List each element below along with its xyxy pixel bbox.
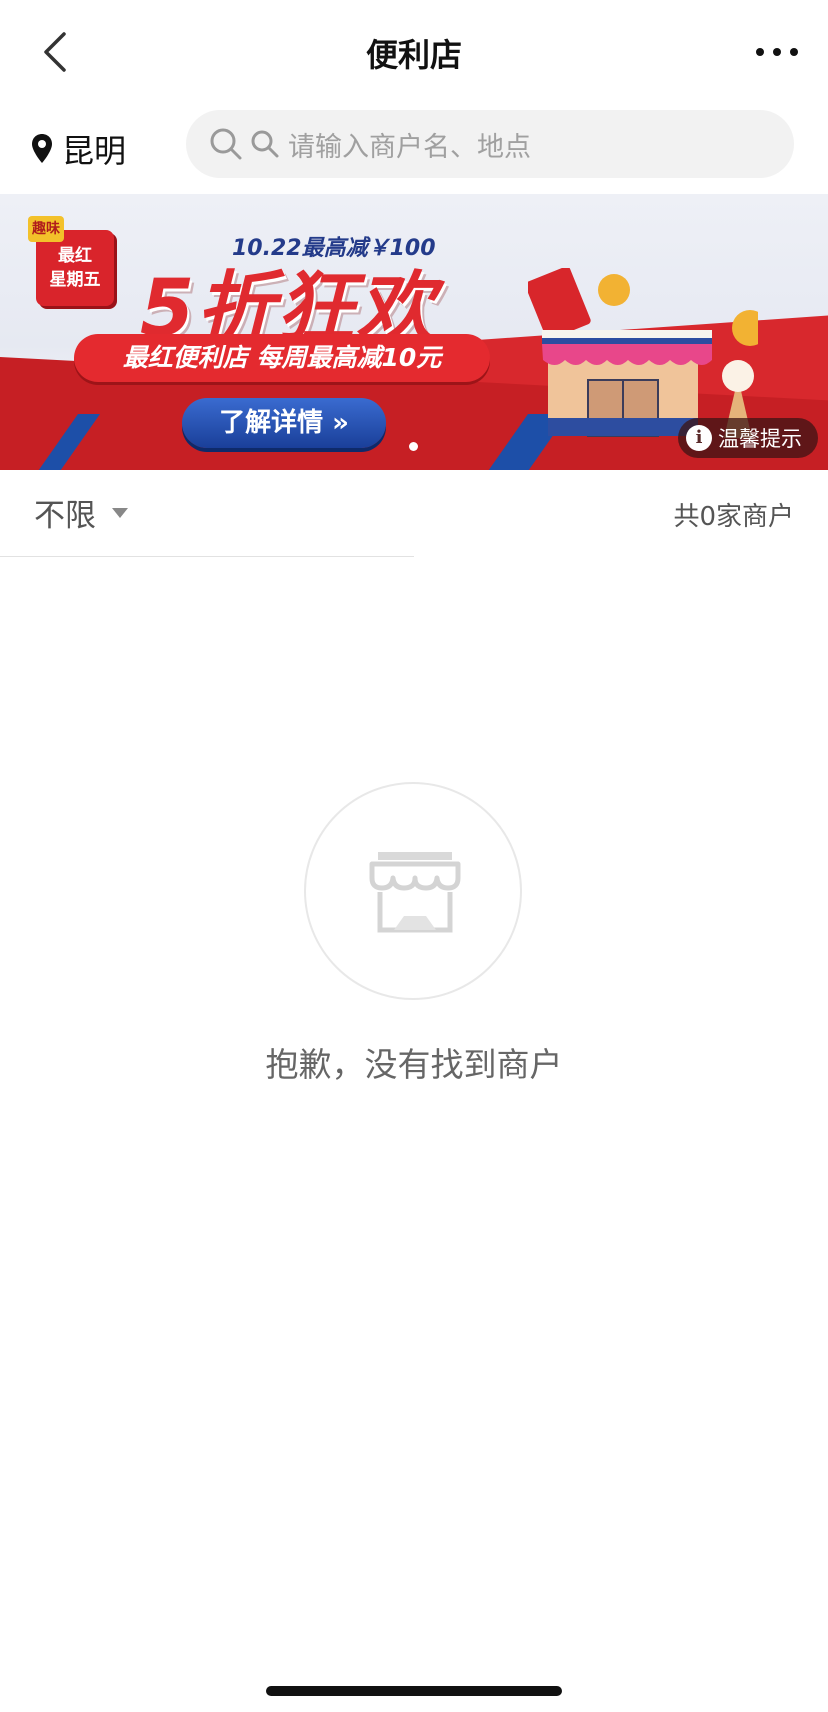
- city-name: 昆明: [62, 132, 127, 170]
- badge-tag: 趣味: [28, 216, 64, 242]
- home-indicator[interactable]: [266, 1686, 562, 1696]
- caret-down-icon: [112, 508, 128, 518]
- storefront-icon: [369, 852, 461, 933]
- dot-icon: [756, 48, 764, 56]
- nav-bar: 便利店: [0, 0, 828, 104]
- banner-ribbon: 最红便利店 每周最高减10元: [74, 334, 490, 382]
- more-options-button[interactable]: [752, 36, 802, 66]
- city-selector[interactable]: 昆明: [30, 122, 126, 176]
- location-search-row: 昆明 请输入商户名、地点: [0, 110, 828, 190]
- empty-state-illustration: [304, 782, 522, 1000]
- carousel-indicator-dot[interactable]: [409, 442, 418, 451]
- filter-dropdown[interactable]: 不限: [34, 490, 128, 534]
- back-button[interactable]: [36, 28, 80, 76]
- search-icon: [251, 130, 279, 158]
- search-icon: [210, 128, 242, 160]
- search-input[interactable]: 请输入商户名、地点: [186, 110, 794, 178]
- location-pin-icon: [32, 134, 52, 163]
- filter-label: 不限: [34, 497, 96, 534]
- dot-icon: [790, 48, 798, 56]
- dot-icon: [773, 48, 781, 56]
- promo-banner[interactable]: 最红 星期五 趣味 10.22最高减￥100 5折狂欢 最红便利店 每周最高减1…: [0, 194, 828, 470]
- empty-message: 抱歉，没有找到商户: [265, 1045, 563, 1084]
- notice-button[interactable]: i 温馨提示: [678, 418, 818, 458]
- info-icon: i: [686, 425, 712, 451]
- filter-bar: 不限 共0家商户: [0, 470, 828, 556]
- merchant-count: 共0家商户: [673, 502, 794, 532]
- divider: [0, 556, 414, 557]
- store-illustration-icon: [528, 268, 758, 438]
- badge-text: 最红 星期五: [49, 246, 101, 290]
- chevron-left-icon: [44, 32, 66, 72]
- learn-more-button[interactable]: 了解详情 »: [182, 398, 386, 448]
- page-title: 便利店: [365, 36, 462, 74]
- search-placeholder: 请输入商户名、地点: [288, 131, 531, 163]
- notice-label: 温馨提示: [718, 427, 802, 451]
